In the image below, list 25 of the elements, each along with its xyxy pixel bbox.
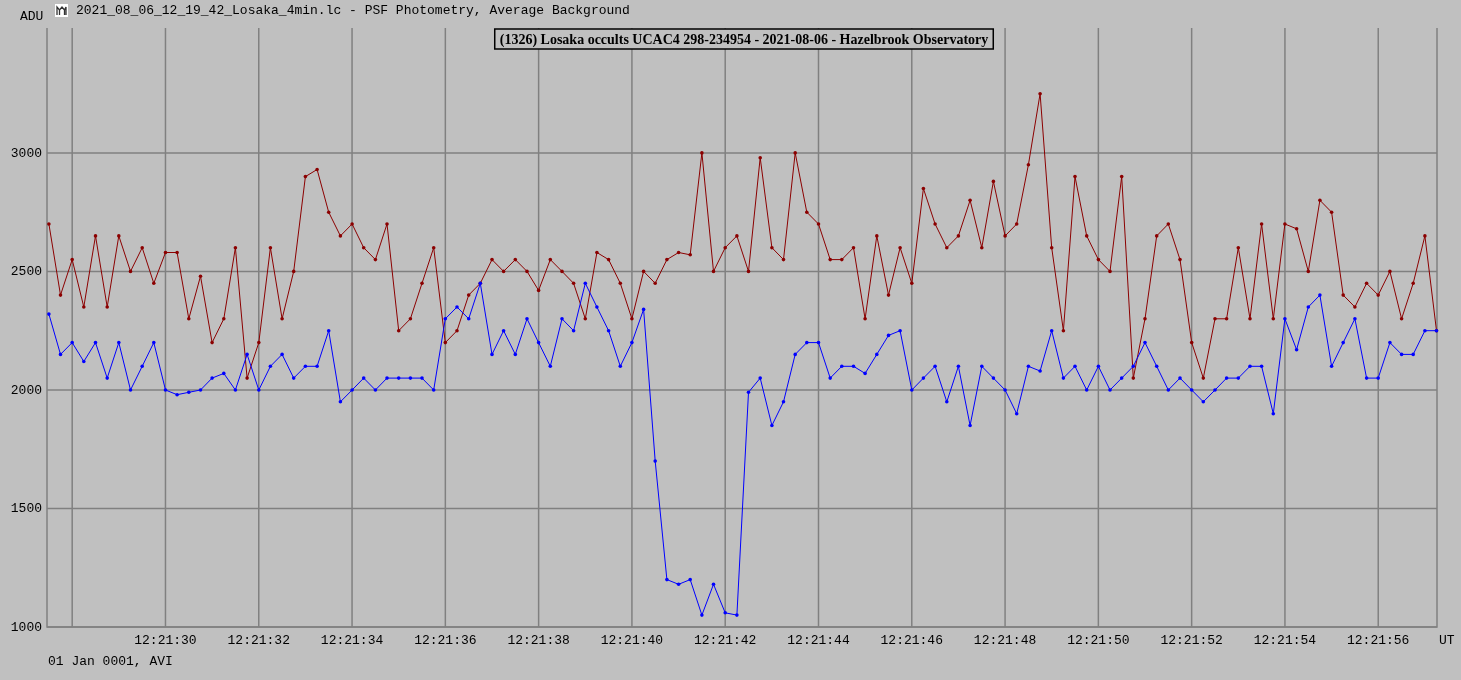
tick-label: 2000	[10, 382, 42, 398]
tick-label: 3000	[10, 145, 42, 161]
tick-label: 12:21:34	[320, 633, 384, 648]
window-title: 2021_08_06_12_19_42_Losaka_4min.lc - PSF Photometry, Average Background	[76, 3, 630, 20]
tick-label: 12:21:50	[1067, 633, 1130, 648]
tick-label: 12:21:52	[1160, 633, 1223, 648]
tick-label: 2500	[10, 264, 42, 280]
chart-title: (1326) Losaka occults UCAC4 298-234954 - 2021-08-06 - Hazelbrook Observatory	[499, 32, 989, 48]
tick-label: 1000	[10, 620, 42, 635]
date-label: 01 Jan 0001, AVI	[48, 654, 173, 670]
tick-label: 12:21:38	[507, 633, 570, 648]
tick-label: 12:21:36	[414, 633, 477, 648]
tick-label: 12:21:48	[973, 633, 1037, 648]
axis-label: UT	[1439, 633, 1455, 648]
tick-label: 12:21:32	[227, 633, 290, 648]
axis-label: ADU	[20, 10, 45, 24]
chart-title: (1326) Losaka occults UCAC4 298-234954 - 2021-08-06 - Hazelbrook Observatory	[494, 28, 994, 50]
tick-label: 12:21:46	[880, 633, 943, 648]
tick-label: 12:21:40	[600, 633, 664, 648]
tick-label: 12:21:54	[1253, 633, 1317, 648]
tick-label: 12:21:42	[694, 633, 757, 648]
tick-label: 12:21:44	[787, 633, 850, 648]
tick-label: 12:21:30	[134, 633, 197, 648]
tick-label: 1500	[10, 501, 42, 517]
tick-label: 12:21:56	[1347, 633, 1410, 648]
